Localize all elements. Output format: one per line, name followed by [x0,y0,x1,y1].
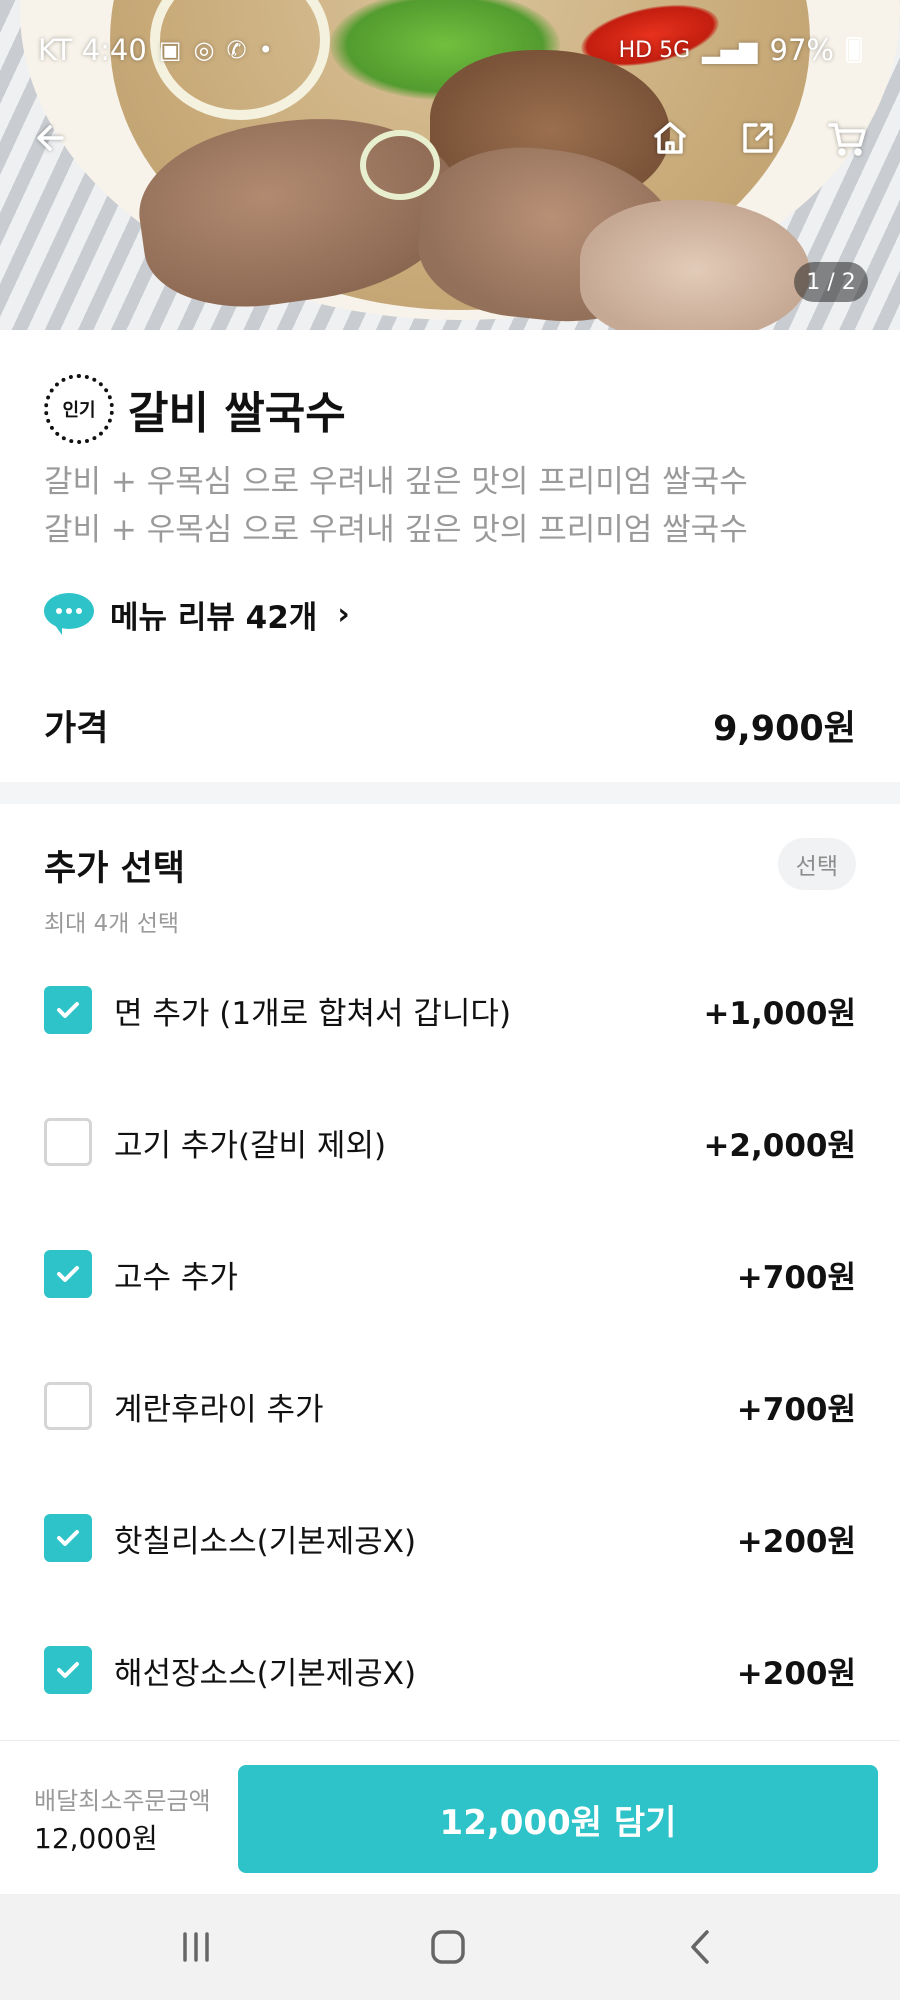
cart-button[interactable] [818,108,878,168]
option-price: +700원 [736,1259,856,1296]
home-key-icon [431,1930,465,1964]
option-noodle[interactable]: 면 추가 (1개로 합쳐서 갑니다) +1,000원 [44,944,856,1076]
title-row: 인기 갈비 쌀국수 [44,374,346,444]
review-count: 메뉴 리뷰 42개 [110,600,318,636]
option-hoisin-sauce[interactable]: 해선장소스(기본제공X) +200원 [44,1604,856,1736]
menu-photo[interactable]: KT 4:40 ▣ ◎ ✆ • HD 5G ▂▄▆ 97% 1 / 2 [0,0,900,330]
option-price: +200원 [736,1655,856,1692]
instagram-notification-icon: ◎ [193,36,215,64]
share-button[interactable] [728,108,788,168]
chevron-right-icon: › [337,597,350,632]
description-line: 갈비 + 우목심 으로 우려내 깊은 맛의 프리미엄 쌀국수 [44,512,748,548]
battery-percent: 97% [769,33,834,67]
option-name: 면 추가 (1개로 합쳐서 갑니다) [114,995,512,1032]
checkmark-icon [57,1002,79,1018]
recent-apps-icon [183,1932,209,1962]
menu-title: 갈비 쌀국수 [128,388,346,439]
network-indicator: HD 5G [618,37,691,63]
price-row: 가격 9,900원 [44,700,856,751]
min-order-value: 12,000원 [34,1822,158,1855]
home-icon [654,122,686,154]
option-cilantro[interactable]: 고수 추가 +700원 [44,1208,856,1340]
checkmark-icon [57,1266,79,1282]
checkmark-icon [57,1662,79,1678]
option-checkbox[interactable] [44,1250,92,1298]
option-fried-egg[interactable]: 계란후라이 추가 +700원 [44,1340,856,1472]
option-price: +700원 [736,1391,856,1428]
option-name: 고수 추가 [114,1259,238,1296]
add-to-cart-button[interactable]: 12,000원 담기 [238,1765,878,1873]
option-checkbox[interactable] [44,1646,92,1694]
gallery-notification-icon: ▣ [158,36,182,64]
option-name: 고기 추가(갈비 제외) [114,1127,387,1164]
cart-icon [828,123,866,156]
popular-badge: 인기 [44,374,114,444]
price-label: 가격 [44,709,109,749]
back-key-icon [691,1930,709,1964]
option-list: 면 추가 (1개로 합쳐서 갑니다) +1,000원 고기 추가(갈비 제외) … [44,974,856,1766]
option-checkbox[interactable] [44,1514,92,1562]
share-icon [743,123,773,153]
carrier-time: KT 4:40 [38,33,147,67]
home-key-button[interactable] [418,1922,478,1972]
description-line: 갈비 + 우목심 으로 우려내 깊은 맛의 프리미엄 쌀국수 [44,464,748,500]
option-price: +200원 [736,1523,856,1560]
more-notifications-icon: • [258,36,273,64]
system-navigation-bar [0,1894,900,2000]
battery-icon [846,37,862,63]
menu-review-link[interactable]: 메뉴 리뷰 42개 › [44,592,350,637]
option-name: 계란후라이 추가 [114,1391,324,1428]
option-name: 해선장소스(기본제공X) [114,1655,417,1692]
menu-description: 갈비 + 우목심 으로 우려내 깊은 맛의 프리미엄 쌀국수 갈비 + 우목심 … [44,458,864,554]
chat-bubble-icon [44,592,94,637]
back-button[interactable] [24,108,84,168]
home-button[interactable] [640,108,700,168]
section-divider [0,782,900,804]
price-value: 9,900원 [713,709,856,749]
option-checkbox[interactable] [44,1118,92,1166]
option-meat[interactable]: 고기 추가(갈비 제외) +2,000원 [44,1076,856,1208]
image-pager: 1 / 2 [794,262,868,302]
option-price: +1,000원 [703,995,856,1032]
option-price: +2,000원 [703,1127,856,1164]
checkmark-icon [57,1530,79,1546]
option-name: 핫칠리소스(기본제공X) [114,1523,417,1560]
back-key-button[interactable] [672,1922,732,1972]
signal-icon: ▂▄▆ [702,36,758,64]
option-hot-chili-sauce[interactable]: 핫칠리소스(기본제공X) +200원 [44,1472,856,1604]
option-group-title: 추가 선택 [44,849,185,889]
option-checkbox[interactable] [44,1382,92,1430]
recent-apps-button[interactable] [166,1922,226,1972]
back-arrow-icon [37,125,64,151]
call-notification-icon: ✆ [226,36,247,64]
order-bar: 배달최소주문금액 12,000원 12,000원 담기 [0,1740,900,1894]
top-navigation [0,108,900,168]
checkmark-icon [57,1134,79,1150]
option-group-subtitle: 최대 4개 선택 [44,911,180,937]
optional-badge: 선택 [777,838,856,890]
option-checkbox[interactable] [44,986,92,1034]
status-bar: KT 4:40 ▣ ◎ ✆ • HD 5G ▂▄▆ 97% [38,30,862,70]
checkmark-icon [57,1398,79,1414]
min-order-label: 배달최소주문금액 [34,1787,211,1815]
